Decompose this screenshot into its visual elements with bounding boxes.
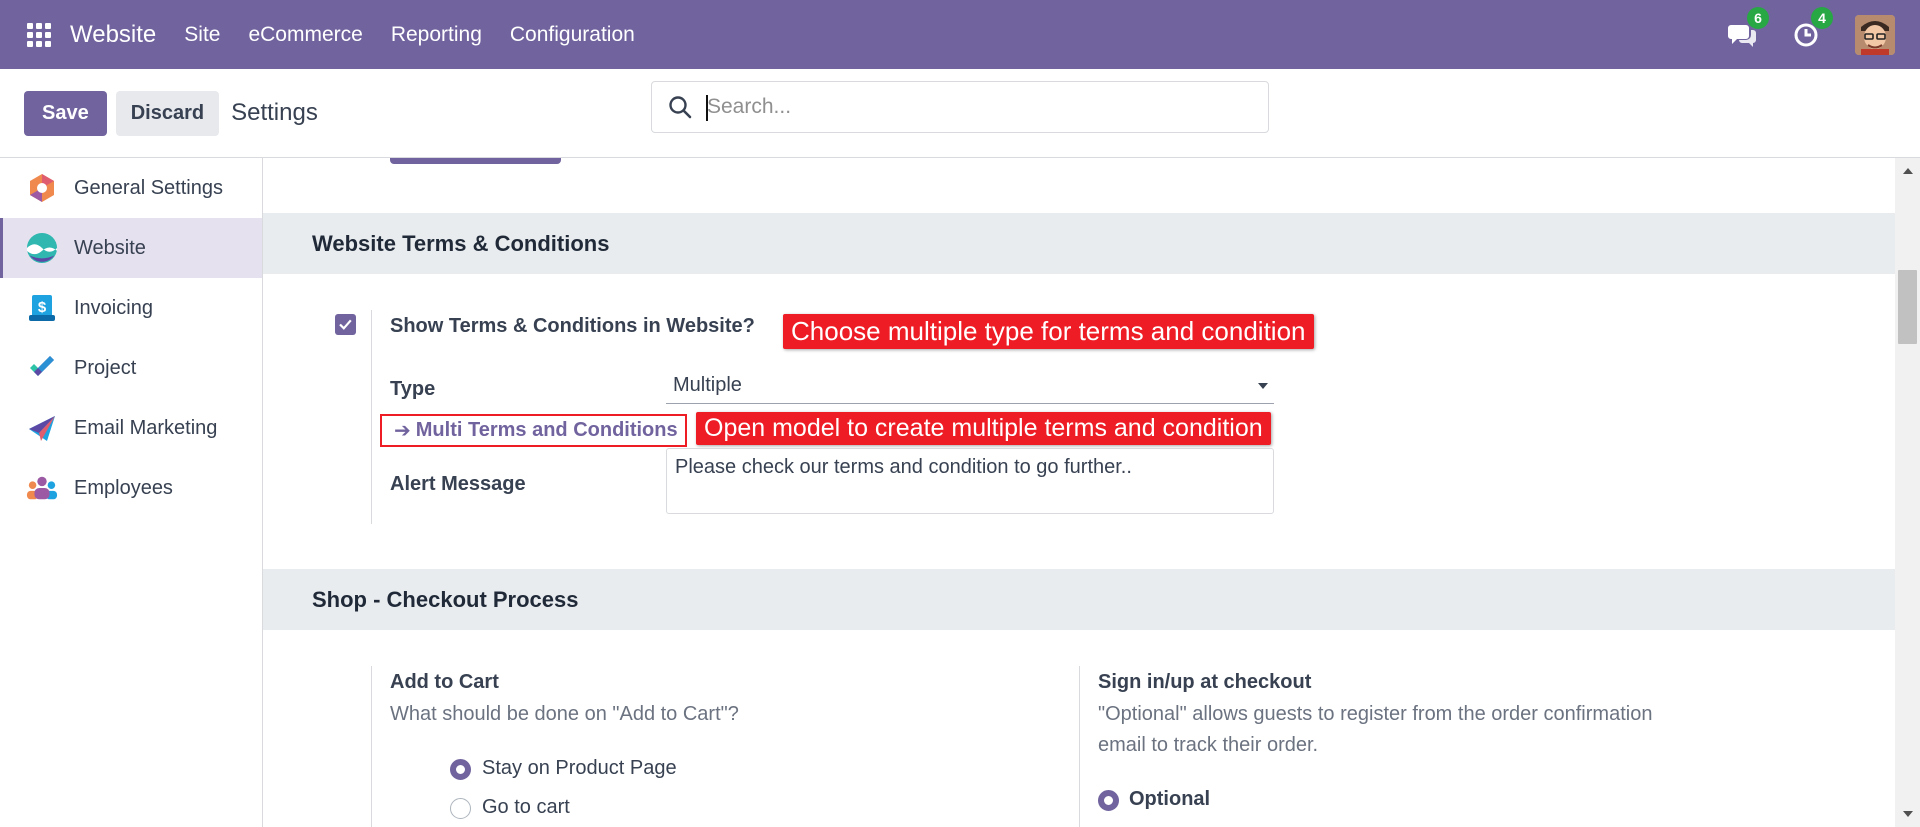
partially-visible-button[interactable]: [390, 158, 561, 164]
sidebar-item-label: General Settings: [74, 176, 223, 199]
section-header-checkout: Shop - Checkout Process: [263, 569, 1895, 630]
employees-app-icon: [26, 472, 58, 504]
annotation-callout-link: Open model to create multiple terms and …: [696, 412, 1271, 445]
vertical-scrollbar[interactable]: [1895, 158, 1920, 827]
general-settings-icon: [26, 172, 58, 204]
sidebar-item-invoicing[interactable]: $ Invoicing: [0, 278, 262, 338]
page-title: Settings: [231, 99, 318, 126]
radio-optional[interactable]: [1098, 790, 1119, 811]
arrow-right-icon: ➔: [394, 420, 411, 442]
show-terms-label: Show Terms & Conditions in Website?: [390, 315, 755, 337]
app-brand[interactable]: Website: [70, 21, 156, 49]
section-header-terms: Website Terms & Conditions: [263, 213, 1895, 274]
radio-go-to-cart[interactable]: [450, 798, 471, 819]
type-select[interactable]: Multiple: [666, 368, 1274, 404]
save-button[interactable]: Save: [24, 90, 107, 136]
scroll-up-arrow-icon[interactable]: [1903, 168, 1913, 174]
alert-message-label: Alert Message: [390, 473, 526, 495]
activities-clock-icon[interactable]: 4: [1791, 6, 1833, 50]
sidebar-item-label: Email Marketing: [74, 416, 218, 439]
option-stay-on-product-page[interactable]: Stay on Product Page: [482, 757, 677, 780]
website-app-icon: [26, 232, 58, 264]
sidebar-item-employees[interactable]: Employees: [0, 458, 262, 518]
multi-terms-link-label: Multi Terms and Conditions: [415, 419, 678, 441]
invoicing-app-icon: $: [26, 292, 58, 324]
search-box[interactable]: [651, 81, 1269, 133]
option-go-to-cart[interactable]: Go to cart: [482, 796, 570, 819]
activities-count-badge: 4: [1811, 6, 1833, 29]
settings-content: Website Terms & Conditions Show Terms & …: [263, 158, 1895, 827]
svg-text:$: $: [38, 299, 47, 316]
user-avatar[interactable]: [1855, 14, 1895, 55]
section-title: Website Terms & Conditions: [312, 230, 610, 256]
navbar-systray: 6 4: [1727, 0, 1920, 69]
messages-count-badge: 6: [1747, 6, 1769, 29]
sidebar-item-label: Invoicing: [74, 296, 153, 319]
sidebar-item-label: Project: [74, 356, 137, 379]
type-label: Type: [390, 378, 436, 400]
sidebar-item-email-marketing[interactable]: Email Marketing: [0, 398, 262, 458]
menu-site[interactable]: Site: [170, 23, 234, 47]
sidebar-item-label: Website: [74, 236, 146, 259]
section-title: Shop - Checkout Process: [312, 586, 579, 612]
annotation-callout-type: Choose multiple type for terms and condi…: [783, 314, 1314, 349]
type-select-value: Multiple: [673, 374, 742, 396]
top-navbar: Website Site eCommerce Reporting Configu…: [0, 0, 1920, 69]
scroll-down-arrow-icon[interactable]: [1903, 811, 1913, 817]
sidebar-item-project[interactable]: Project: [0, 338, 262, 398]
sign-in-checkout-label: Sign in/up at checkout: [1098, 671, 1312, 693]
setting-divider: [1079, 666, 1080, 827]
sign-in-help-line1: "Optional" allows guests to register fro…: [1098, 703, 1653, 725]
radio-stay-on-product-page[interactable]: [450, 759, 471, 780]
text-cursor: [706, 95, 708, 121]
discard-button[interactable]: Discard: [115, 90, 220, 136]
control-panel: Save Discard Settings: [0, 69, 1920, 158]
dropdown-caret-icon: [1258, 383, 1268, 389]
menu-configuration[interactable]: Configuration: [496, 23, 649, 47]
option-optional[interactable]: Optional: [1129, 788, 1210, 811]
alert-message-textarea[interactable]: Please check our terms and condition to …: [666, 448, 1274, 514]
setting-divider: [371, 666, 372, 827]
checkmark-icon: [339, 319, 352, 330]
settings-sidebar: General Settings Website $ Invoicing Pro…: [0, 158, 263, 827]
project-app-icon: [26, 352, 58, 384]
add-to-cart-help: What should be done on "Add to Cart"?: [390, 703, 739, 725]
menu-ecommerce[interactable]: eCommerce: [234, 23, 376, 47]
sidebar-item-label: Employees: [74, 476, 173, 499]
search-icon: [669, 96, 692, 119]
multi-terms-link-button[interactable]: ➔ Multi Terms and Conditions: [380, 414, 687, 447]
sidebar-item-general-settings[interactable]: General Settings: [0, 158, 262, 218]
email-marketing-app-icon: [26, 412, 58, 444]
show-terms-checkbox[interactable]: [335, 314, 356, 335]
scrollbar-thumb[interactable]: [1898, 270, 1917, 344]
search-input[interactable]: [707, 95, 1247, 119]
apps-menu-icon[interactable]: [25, 21, 53, 49]
sign-in-help-line2: email to track their order.: [1098, 734, 1319, 756]
add-to-cart-label: Add to Cart: [390, 671, 499, 693]
sidebar-item-website[interactable]: Website: [0, 218, 262, 278]
setting-divider: [371, 310, 372, 524]
messages-icon[interactable]: 6: [1727, 6, 1769, 50]
menu-reporting[interactable]: Reporting: [377, 23, 496, 47]
